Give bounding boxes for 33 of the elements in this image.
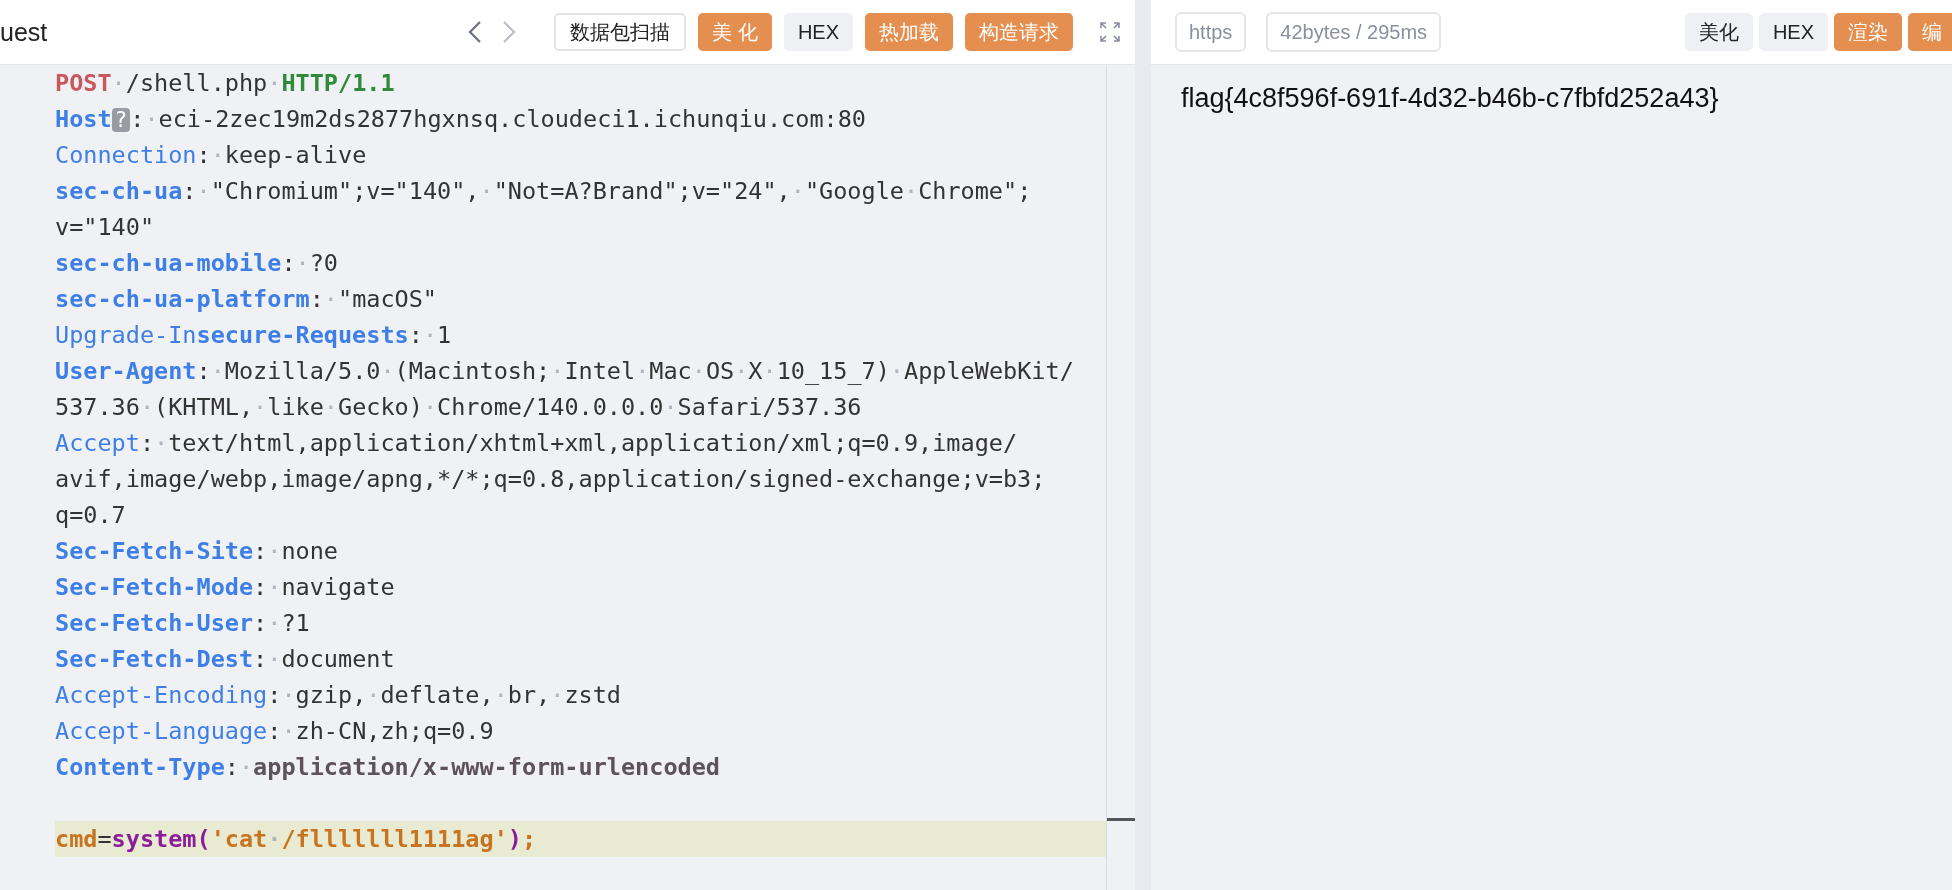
code-line: Sec-Fetch-Dest:·document bbox=[54, 644, 396, 675]
toolbar-button[interactable]: 编 bbox=[1908, 13, 1952, 51]
code-line: Connection:·keep-alive bbox=[54, 140, 368, 171]
code-line: v="140" bbox=[54, 212, 156, 243]
code-line: 537.36·(KHTML,·like·Gecko)·Chrome/140.0.0.0·Safari/537.36 bbox=[54, 392, 863, 423]
code-line: User-Agent:·Mozilla/5.0·(Macintosh;·Intel·Mac·OS·X·10_15_7)·AppleWebKit/ bbox=[54, 356, 1075, 387]
panel-title: uest bbox=[0, 17, 48, 47]
code-line: Upgrade-Insecure-Requests:·1 bbox=[54, 320, 453, 351]
code-line: Sec-Fetch-User:·?1 bbox=[54, 608, 311, 639]
code-line: Accept:·text/html,application/xhtml+xml,application/xml;q=0.9,image/ bbox=[54, 428, 1019, 459]
code-line: Accept-Encoding:·gzip,·deflate,·br,·zstd bbox=[54, 680, 622, 711]
code-line: Accept-Language:·zh-CN,zh;q=0.9 bbox=[54, 716, 495, 747]
code-line: avif,image/webp,image/apng,*/*;q=0.8,application/signed-exchange;v=b3; bbox=[54, 464, 1047, 495]
code-line: q=0.7 bbox=[54, 500, 127, 531]
info-badge: 42bytes / 295ms bbox=[1266, 12, 1442, 52]
toolbar-button[interactable]: 构造请求 bbox=[965, 13, 1073, 51]
info-badge: https bbox=[1175, 12, 1247, 52]
toolbar-button[interactable]: HEX bbox=[783, 13, 853, 51]
code-line: Sec-Fetch-Mode:·navigate bbox=[54, 572, 396, 603]
toolbar-button[interactable]: 渲染 bbox=[1834, 13, 1902, 51]
toolbar-button[interactable]: 热加载 bbox=[865, 13, 953, 51]
code-line: Content-Type:·application/x-www-form-urlencoded bbox=[54, 752, 721, 783]
code-line: Host?:·eci-2zec19m2ds2877hgxnsq.cloudeci1.ichunqiu.com:80 bbox=[54, 104, 867, 135]
toolbar-button[interactable]: 美化 bbox=[1684, 13, 1753, 51]
toolbar-button[interactable]: 数据包扫描 bbox=[554, 13, 687, 51]
code-line: sec-ch-ua-mobile:·?0 bbox=[54, 248, 339, 279]
toolbar-button[interactable]: 美 化 bbox=[698, 13, 772, 51]
toolbar-button[interactable]: HEX bbox=[1758, 13, 1828, 51]
response-body: flag{4c8f596f-691f-4d32-b46b-c7fbfd252a43} bbox=[1180, 82, 1720, 114]
code-line: Sec-Fetch-Site:·none bbox=[54, 536, 339, 567]
code-line: sec-ch-ua-platform:·"macOS" bbox=[54, 284, 439, 315]
code-line: sec-ch-ua:·"Chromium";v="140",·"Not=A?Brand";v="24",·"Google·Chrome"; bbox=[54, 176, 1033, 207]
code-line: POST·/shell.php·HTTP/1.1 bbox=[54, 68, 396, 99]
